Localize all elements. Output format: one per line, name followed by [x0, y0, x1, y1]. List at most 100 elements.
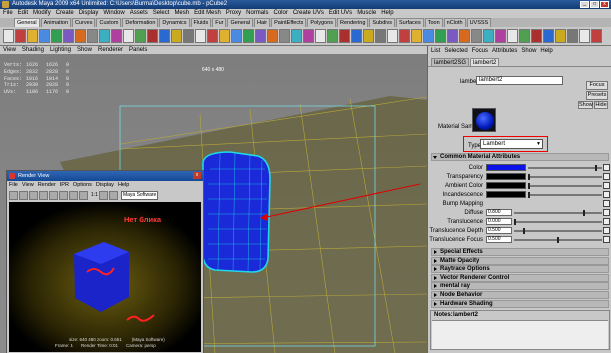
map-button-icon[interactable] — [603, 200, 610, 207]
shelf-tab-fluids[interactable]: Fluids — [190, 18, 212, 27]
shelf-tool-icon[interactable] — [315, 29, 326, 43]
shelf-tool-icon[interactable] — [99, 29, 110, 43]
renderer-select[interactable]: Maya Software — [120, 190, 159, 200]
shelf-tool-icon[interactable] — [375, 29, 386, 43]
shelf-tool-icon[interactable] — [351, 29, 362, 43]
menu-item-help[interactable]: Help — [381, 9, 393, 18]
close-button[interactable]: x — [600, 1, 609, 8]
map-button-icon[interactable] — [603, 182, 610, 189]
menu-item-mesh[interactable]: Mesh — [174, 9, 189, 18]
shelf-tab-dynamics[interactable]: Dynamics — [159, 18, 190, 27]
shelf-tool-icon[interactable] — [459, 29, 470, 43]
render-view-close-button[interactable]: x — [193, 172, 201, 179]
menu-item-create-uvs[interactable]: Create UVs — [293, 9, 324, 18]
shelf-tool-icon[interactable] — [423, 29, 434, 43]
section-vector-renderer-control[interactable]: Vector Renderer Control — [431, 273, 609, 282]
attr-value-field[interactable]: 0.000 — [486, 218, 512, 225]
panel-menu-renderer[interactable]: Renderer — [98, 46, 123, 54]
shelf-tab-hair[interactable]: Hair — [254, 18, 271, 27]
section-special-effects[interactable]: Special Effects — [431, 248, 609, 256]
tab-lambert2[interactable]: lambert2 — [470, 58, 500, 66]
panel-menu-shading[interactable]: Shading — [22, 46, 44, 54]
shelf-tool-icon[interactable] — [27, 29, 38, 43]
section-node-behavior[interactable]: Node Behavior — [431, 291, 609, 299]
shelf-tool-icon[interactable] — [231, 29, 242, 43]
menu-item-display[interactable]: Display — [79, 9, 99, 18]
menu-item-edit-mesh[interactable]: Edit Mesh — [194, 9, 221, 18]
slider-handle[interactable] — [522, 228, 525, 234]
render-region-icon[interactable] — [39, 190, 48, 200]
menu-item-color[interactable]: Color — [273, 9, 287, 18]
shelf-tab-ncloth[interactable]: nCloth — [443, 18, 466, 27]
panel-menu-lighting[interactable]: Lighting — [50, 46, 71, 54]
attr-value-field[interactable]: 0.500 — [486, 227, 512, 234]
shelf-tab-uvsss[interactable]: UVSSS — [466, 18, 492, 27]
material-name-field[interactable]: lambert2 — [476, 76, 563, 85]
color-swatch[interactable] — [486, 164, 526, 171]
attr-slider[interactable] — [514, 237, 602, 243]
attr-value-field[interactable]: 0.800 — [486, 209, 512, 216]
redo-render-icon[interactable] — [9, 190, 18, 200]
ipr-render-icon[interactable] — [19, 190, 28, 200]
shelf-tool-icon[interactable] — [279, 29, 290, 43]
map-button-icon[interactable] — [603, 209, 610, 216]
render-menu-help[interactable]: Help — [118, 181, 129, 189]
shelf-tab-animation[interactable]: Animation — [40, 18, 72, 27]
attr-menu-show[interactable]: Show — [521, 46, 536, 56]
shelf-tool-icon[interactable] — [207, 29, 218, 43]
menu-item-select[interactable]: Select — [153, 9, 170, 18]
shelf-tool-icon[interactable] — [507, 29, 518, 43]
shelf-tool-icon[interactable] — [15, 29, 26, 43]
shelf-tool-icon[interactable] — [63, 29, 74, 43]
shelf-tool-icon[interactable] — [171, 29, 182, 43]
attr-slider[interactable] — [514, 210, 602, 216]
shelf-tab-toon[interactable]: Toon — [424, 18, 443, 27]
shelf-tab-deformation[interactable]: Deformation — [122, 18, 159, 27]
menu-item-window[interactable]: Window — [103, 9, 124, 18]
shelf-tab-custom[interactable]: Custom — [96, 18, 122, 27]
shelf-tool-icon[interactable] — [243, 29, 254, 43]
attr-slider[interactable] — [514, 219, 602, 225]
attr-menu-help[interactable]: Help — [540, 46, 552, 56]
render-menu-render[interactable]: Render — [38, 181, 56, 189]
shelf-tool-icon[interactable] — [591, 29, 602, 43]
slider-handle[interactable] — [514, 219, 516, 225]
shelf-tool-icon[interactable] — [135, 29, 146, 43]
panel-menu-show[interactable]: Show — [77, 46, 92, 54]
shelf-tool-icon[interactable] — [267, 29, 278, 43]
map-button-icon[interactable] — [603, 191, 610, 198]
section-hardware-shading[interactable]: Hardware Shading — [431, 299, 609, 308]
perspective-viewport[interactable]: Verts: 1626 1626 0 Edges: 2832 2828 0 Faces: 1016… — [0, 54, 427, 353]
menu-item-edit-uvs[interactable]: Edit UVs — [329, 9, 352, 18]
shelf-tool-icon[interactable] — [363, 29, 374, 43]
map-button-icon[interactable] — [603, 173, 610, 180]
shelf-tab-rendering[interactable]: Rendering — [337, 18, 369, 27]
menu-item-create[interactable]: Create — [56, 9, 74, 18]
map-button-icon[interactable] — [603, 236, 610, 243]
shelf-tool-icon[interactable] — [51, 29, 62, 43]
shelf-tool-icon[interactable] — [555, 29, 566, 43]
shelf-tool-icon[interactable] — [291, 29, 302, 43]
attr-menu-focus[interactable]: Focus — [472, 46, 488, 56]
shelf-tool-icon[interactable] — [303, 29, 314, 43]
color-swatch[interactable] — [486, 173, 526, 180]
color-swatch[interactable] — [486, 191, 526, 198]
panel-menu-panels[interactable]: Panels — [129, 46, 147, 54]
menu-item-file[interactable]: File — [3, 9, 13, 18]
shelf-tool-icon[interactable] — [327, 29, 338, 43]
render-menu-ipr[interactable]: IPR — [60, 181, 69, 189]
render-menu-view[interactable]: View — [22, 181, 34, 189]
shelf-tab-surfaces[interactable]: Surfaces — [396, 18, 424, 27]
attr-slider[interactable] — [514, 228, 602, 234]
shelf-tool-icon[interactable] — [543, 29, 554, 43]
alpha-channel-icon[interactable] — [69, 190, 78, 200]
shelf-tab-painteffects[interactable]: PaintEffects — [271, 18, 307, 27]
shelf-tool-icon[interactable] — [531, 29, 542, 43]
shelf-tool-icon[interactable] — [195, 29, 206, 43]
shelf-tool-icon[interactable] — [471, 29, 482, 43]
render-menu-display[interactable]: Display — [96, 181, 114, 189]
real-size-icon[interactable] — [79, 190, 88, 200]
color-swatch[interactable] — [486, 182, 526, 189]
slider-handle[interactable] — [528, 192, 530, 198]
map-button-icon[interactable] — [603, 227, 610, 234]
